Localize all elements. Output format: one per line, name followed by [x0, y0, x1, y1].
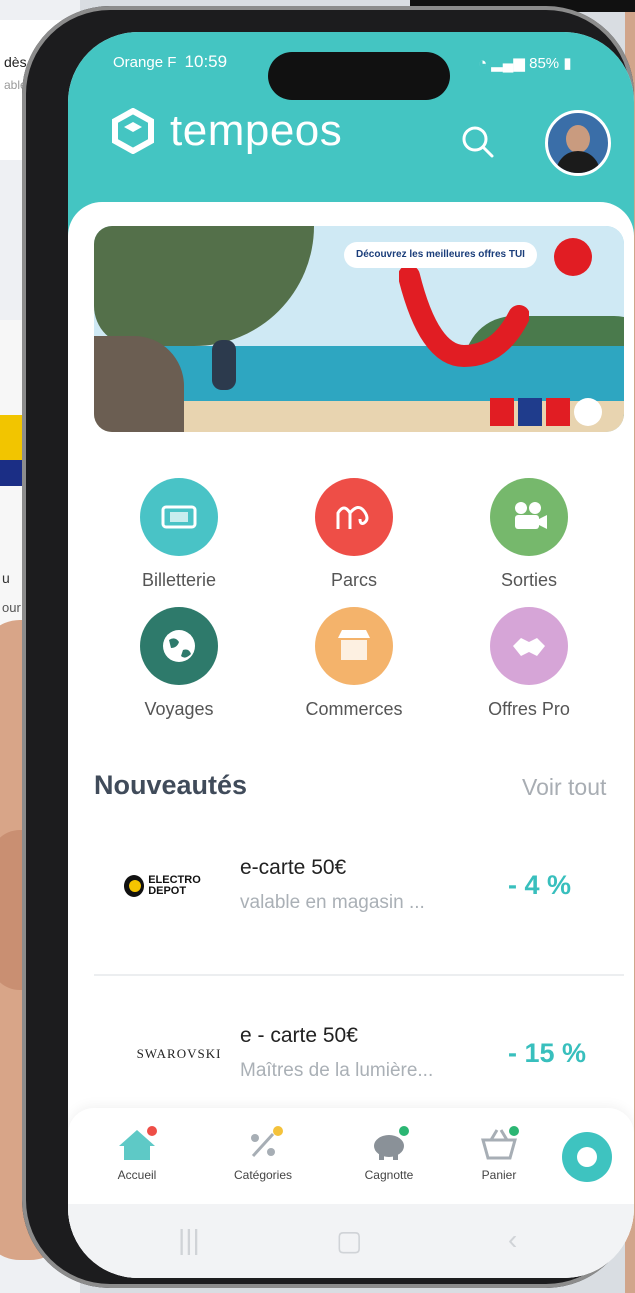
- brand-logo-swarovski: SWAROVSKI: [124, 1034, 234, 1074]
- bottom-tab-bar: Accueil Catégories Cagnotte Panier: [68, 1108, 634, 1204]
- rollercoaster-icon: [336, 506, 369, 529]
- category-label: Parcs: [330, 570, 377, 590]
- tab-label: Catégories: [233, 1168, 293, 1182]
- category-icon-circle: [490, 607, 568, 685]
- background-text: our: [2, 600, 21, 615]
- battery-icon: ▮: [563, 55, 572, 72]
- search-icon[interactable]: [458, 122, 498, 162]
- offer-subtitle: Maîtres de la lumière...: [240, 1060, 434, 1081]
- shop-icon: [338, 630, 370, 660]
- category-commerces[interactable]: Commerces: [294, 607, 414, 720]
- phone-screen: Orange F 10:59 ◔ ▂▄▆ 85% ▮ tempeos Décou…: [68, 32, 634, 1278]
- category-icon-circle: [140, 607, 218, 685]
- offer-item[interactable]: ELECTRO DEPOT e-carte 50€ valable en mag…: [94, 836, 624, 946]
- carrier-name: Orange F: [113, 54, 177, 71]
- app-name: tempeos: [170, 106, 343, 155]
- recent-apps-icon[interactable]: |||: [178, 1224, 200, 1256]
- category-label: Billetterie: [141, 570, 217, 590]
- category-icon-circle: [490, 478, 568, 556]
- partner-badge: [546, 398, 570, 426]
- home-icon: [117, 1126, 157, 1162]
- home-button-icon[interactable]: ▢: [336, 1224, 362, 1257]
- list-divider: [94, 974, 624, 976]
- banner-person: [212, 340, 236, 390]
- electro-depot-logo: ELECTRO DEPOT: [124, 875, 234, 897]
- category-icon-circle: [315, 478, 393, 556]
- partner-badge: [574, 398, 602, 426]
- brand-name: SWAROVSKI: [136, 1046, 222, 1061]
- percent-icon: [243, 1126, 283, 1162]
- category-label: Sorties: [500, 570, 558, 590]
- globe-icon: [163, 630, 195, 662]
- status-bar-time: 10:59: [184, 52, 228, 71]
- banner-partner-badges: [490, 398, 602, 426]
- notification-dot: [273, 1126, 283, 1136]
- offer-discount: - 4 %: [508, 870, 572, 900]
- status-bar-indicators: ◔ ▂▄▆ 85% ▮: [478, 54, 572, 72]
- category-billetterie[interactable]: Billetterie: [119, 478, 239, 591]
- brand-name: ELECTRO DEPOT: [148, 874, 201, 897]
- category-offres-pro[interactable]: Offres Pro: [469, 607, 589, 720]
- category-label: Voyages: [144, 699, 214, 719]
- notification-dot: [509, 1126, 519, 1136]
- battery-percent: 85%: [529, 55, 560, 72]
- category-icon-circle: [315, 607, 393, 685]
- avatar[interactable]: [545, 110, 611, 176]
- electro-depot-icon: [124, 875, 145, 897]
- basket-icon: [479, 1126, 519, 1162]
- category-label: Commerces: [305, 699, 403, 719]
- category-sorties[interactable]: Sorties: [469, 478, 589, 591]
- partner-badge: [490, 398, 514, 426]
- tab-accueil[interactable]: Accueil: [92, 1126, 182, 1182]
- tui-dot-icon: [554, 238, 592, 276]
- avatar-face: [566, 125, 590, 153]
- tab-label: Accueil: [117, 1168, 157, 1182]
- brand-logo-electro-depot: ELECTRO DEPOT: [124, 866, 234, 906]
- phone-frame: Orange F 10:59 ◔ ▂▄▆ 85% ▮ tempeos Décou…: [22, 6, 634, 1288]
- offer-title: e-carte 50€: [240, 856, 347, 879]
- avatar-body: [556, 151, 600, 173]
- tab-categories[interactable]: Catégories: [218, 1126, 308, 1182]
- notification-dot: [147, 1126, 157, 1136]
- category-icon-circle: [140, 478, 218, 556]
- app-logo[interactable]: tempeos: [110, 106, 342, 156]
- ticket-icon: [161, 505, 197, 529]
- system-navigation-bar: ||| ▢ ‹: [68, 1204, 634, 1278]
- promo-banner[interactable]: Découvrez les meilleures offres TUI: [94, 226, 624, 432]
- piggy-bank-icon: [369, 1126, 409, 1162]
- handshake-icon: [513, 638, 545, 656]
- category-voyages[interactable]: Voyages: [119, 607, 239, 720]
- camera-icon: [515, 502, 547, 529]
- status-bar-carrier: Orange F 10:59: [113, 52, 227, 72]
- tempeos-logo-icon: [112, 108, 154, 154]
- signal-icon: ▂▄▆: [491, 55, 525, 72]
- background-text: u: [2, 570, 10, 586]
- dynamic-island: [268, 52, 450, 100]
- category-parcs[interactable]: Parcs: [294, 478, 414, 591]
- offer-title: e - carte 50€: [240, 1024, 358, 1047]
- partner-badge: [518, 398, 542, 426]
- category-label: Offres Pro: [488, 699, 570, 719]
- news-section-title: Nouveautés: [94, 770, 248, 800]
- back-icon[interactable]: ‹: [508, 1224, 517, 1256]
- wifi-icon: ◔: [478, 55, 488, 72]
- chat-button[interactable]: [562, 1132, 612, 1182]
- tab-cagnotte[interactable]: Cagnotte: [344, 1126, 434, 1182]
- tab-label: Cagnotte: [364, 1168, 414, 1182]
- offer-discount: - 15 %: [508, 1038, 587, 1068]
- offer-subtitle: valable en magasin ...: [240, 892, 425, 913]
- banner-promo-text: Découvrez les meilleures offres TUI: [344, 242, 537, 268]
- notification-dot: [399, 1126, 409, 1136]
- see-all-link[interactable]: Voir tout: [522, 774, 606, 801]
- tab-panier[interactable]: Panier: [454, 1126, 544, 1182]
- tab-label: Panier: [481, 1168, 517, 1182]
- offer-item[interactable]: SWAROVSKI e - carte 50€ Maîtres de la lu…: [94, 1004, 624, 1114]
